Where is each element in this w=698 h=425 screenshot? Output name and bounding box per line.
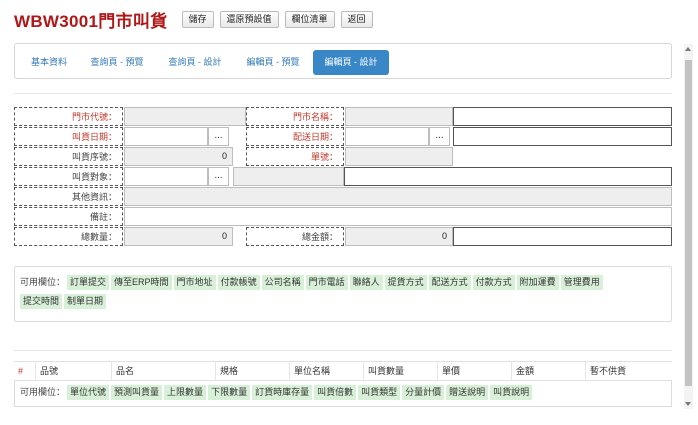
edit-form-design: 門市代號： 門市名稱： 叫貨日期： ... 配送日期： ... 叫貨序號： 0 … bbox=[14, 106, 672, 246]
restore-defaults-button[interactable]: 還原預設值 bbox=[219, 10, 279, 28]
total-qty-label: 總數量： bbox=[14, 227, 123, 246]
column-header-spec: 規格 bbox=[216, 362, 290, 381]
field-chip[interactable]: 下限數量 bbox=[208, 385, 251, 400]
field-chip[interactable]: 預測叫貨量 bbox=[111, 385, 163, 400]
column-header-suspend-supply: 暫不供貨 bbox=[590, 366, 627, 376]
empty-cell bbox=[453, 127, 672, 146]
order-target-name-field[interactable] bbox=[233, 167, 344, 186]
column-header-unit-name: 單位名稱 bbox=[290, 362, 364, 381]
field-chip[interactable]: 管理費用 bbox=[560, 275, 603, 290]
form-row: 叫貨對象： ... bbox=[14, 166, 672, 186]
total-amount-field[interactable]: 0 bbox=[345, 227, 453, 246]
tab-basic-info[interactable]: 基本資料 bbox=[21, 50, 77, 75]
field-chip[interactable]: 叫貨類型 bbox=[358, 385, 401, 400]
form-row: 叫貨序號： 0 單號： bbox=[14, 146, 672, 166]
order-target-picker-button[interactable]: ... bbox=[208, 167, 229, 186]
column-header-unit-price: 單價 bbox=[438, 362, 512, 381]
empty-cell bbox=[344, 167, 672, 186]
column-header-item-no: 品號 bbox=[36, 362, 112, 381]
form-row: 叫貨日期： ... 配送日期： ... bbox=[14, 126, 672, 146]
store-name-field[interactable] bbox=[345, 107, 453, 126]
field-chip[interactable]: 提交時間 bbox=[20, 294, 63, 309]
page-title: WBW3001門市叫貨 bbox=[14, 11, 168, 31]
scroll-down-icon[interactable] bbox=[685, 402, 691, 406]
field-chip[interactable]: 贈送說明 bbox=[446, 385, 489, 400]
order-date-input[interactable] bbox=[124, 127, 208, 146]
divider bbox=[14, 350, 672, 351]
delivery-date-input[interactable] bbox=[345, 127, 429, 146]
field-chip[interactable]: 傳至ERP時間 bbox=[111, 275, 172, 290]
tab-edit-preview[interactable]: 編輯頁 - 預覽 bbox=[239, 50, 307, 75]
doc-no-label: 單號： bbox=[246, 147, 344, 166]
store-name-label: 門市名稱： bbox=[246, 107, 344, 126]
field-chip[interactable]: 門市電話 bbox=[305, 275, 348, 290]
form-row: 門市代號： 門市名稱： bbox=[14, 106, 672, 126]
remark-input[interactable] bbox=[124, 207, 672, 226]
scrollbar-thumb[interactable] bbox=[685, 60, 692, 386]
detail-grid-header: # 品號 品名 規格 單位名稱 叫貨數量 單價 金額 暫不供貨 bbox=[14, 361, 672, 381]
field-chip[interactable]: 配送方式 bbox=[428, 275, 471, 290]
order-date-label: 叫貨日期： bbox=[14, 127, 123, 146]
order-target-input[interactable] bbox=[124, 167, 208, 186]
order-seq-field[interactable]: 0 bbox=[124, 147, 233, 166]
empty-cell bbox=[453, 107, 672, 126]
total-amount-label: 總金額： bbox=[246, 227, 344, 246]
divider bbox=[14, 93, 672, 94]
page-header: WBW3001門市叫貨 儲存 還原預設值 欄位清單 返回 bbox=[14, 8, 379, 31]
scroll-up-icon[interactable] bbox=[685, 47, 691, 51]
field-chip[interactable]: 付款方式 bbox=[472, 275, 515, 290]
tab-bar: 基本資料 查詢頁 - 預覽 查詢頁 - 設計 編輯頁 - 預覽 編輯頁 - 設計 bbox=[14, 43, 672, 79]
field-chip[interactable]: 分量計價 bbox=[402, 385, 445, 400]
field-chip[interactable]: 制單日期 bbox=[64, 294, 107, 309]
delivery-date-picker-button[interactable]: ... bbox=[429, 127, 450, 146]
order-date-picker-button[interactable]: ... bbox=[208, 127, 229, 146]
tab-query-preview[interactable]: 查詢頁 - 預覽 bbox=[83, 50, 151, 75]
save-button[interactable]: 儲存 bbox=[181, 10, 214, 28]
remark-label: 備註： bbox=[14, 207, 123, 226]
field-chip[interactable]: 附加運費 bbox=[516, 275, 559, 290]
available-fields-panel: 可用欄位： 訂單提交 傳至ERP時間 門市地址 付款帳號 公司名稱 門市電話 聯絡人 提貨方式配… bbox=[14, 266, 672, 322]
store-code-label: 門市代號： bbox=[14, 107, 123, 126]
field-chip[interactable]: 訂貨時庫存量 bbox=[252, 385, 313, 400]
field-chip[interactable]: 公司名稱 bbox=[261, 275, 304, 290]
field-chip[interactable]: 門市地址 bbox=[173, 275, 216, 290]
back-button[interactable]: 返回 bbox=[340, 10, 373, 28]
available-fields-label: 可用欄位： bbox=[20, 387, 66, 397]
delivery-date-label: 配送日期： bbox=[246, 127, 344, 146]
field-chip[interactable]: 叫貨說明 bbox=[490, 385, 533, 400]
available-fields-label: 可用欄位： bbox=[20, 277, 66, 287]
form-row: 備註： bbox=[14, 206, 672, 226]
store-code-field[interactable] bbox=[124, 107, 246, 126]
empty-cell bbox=[453, 227, 672, 246]
doc-no-field[interactable] bbox=[345, 147, 453, 166]
field-chip[interactable]: 單位代號 bbox=[67, 385, 110, 400]
field-chip[interactable]: 提貨方式 bbox=[384, 275, 427, 290]
field-chip[interactable]: 付款帳號 bbox=[217, 275, 260, 290]
vertical-scrollbar[interactable] bbox=[684, 44, 693, 409]
form-row: 其他資訊： bbox=[14, 186, 672, 206]
column-header-item-name: 品名 bbox=[112, 362, 216, 381]
column-header-order-qty: 叫貨數量 bbox=[364, 362, 438, 381]
column-header-index: # bbox=[14, 362, 36, 381]
other-info-label: 其他資訊： bbox=[14, 187, 123, 206]
field-chip[interactable]: 聯絡人 bbox=[349, 275, 383, 290]
other-info-field[interactable] bbox=[124, 187, 672, 206]
field-chip[interactable]: 叫貨倍數 bbox=[314, 385, 357, 400]
field-chip[interactable]: 上限數量 bbox=[164, 385, 207, 400]
total-qty-field[interactable]: 0 bbox=[124, 227, 233, 246]
tab-edit-design[interactable]: 編輯頁 - 設計 bbox=[313, 50, 389, 75]
detail-available-fields-panel: 可用欄位： 單位代號 預測叫貨量 上限數量 下限數量 訂貨時庫存量 叫貨倍數 叫貨類型 分量計價… bbox=[14, 381, 672, 407]
column-header-amount: 金額 bbox=[512, 362, 586, 381]
form-row: 總數量： 0 總金額： 0 bbox=[14, 226, 672, 246]
field-list-button[interactable]: 欄位清單 bbox=[284, 10, 335, 28]
tab-query-design[interactable]: 查詢頁 - 設計 bbox=[161, 50, 229, 75]
order-target-label: 叫貨對象： bbox=[14, 167, 123, 186]
order-seq-label: 叫貨序號： bbox=[14, 147, 123, 166]
field-chip[interactable]: 訂單提交 bbox=[67, 275, 110, 290]
